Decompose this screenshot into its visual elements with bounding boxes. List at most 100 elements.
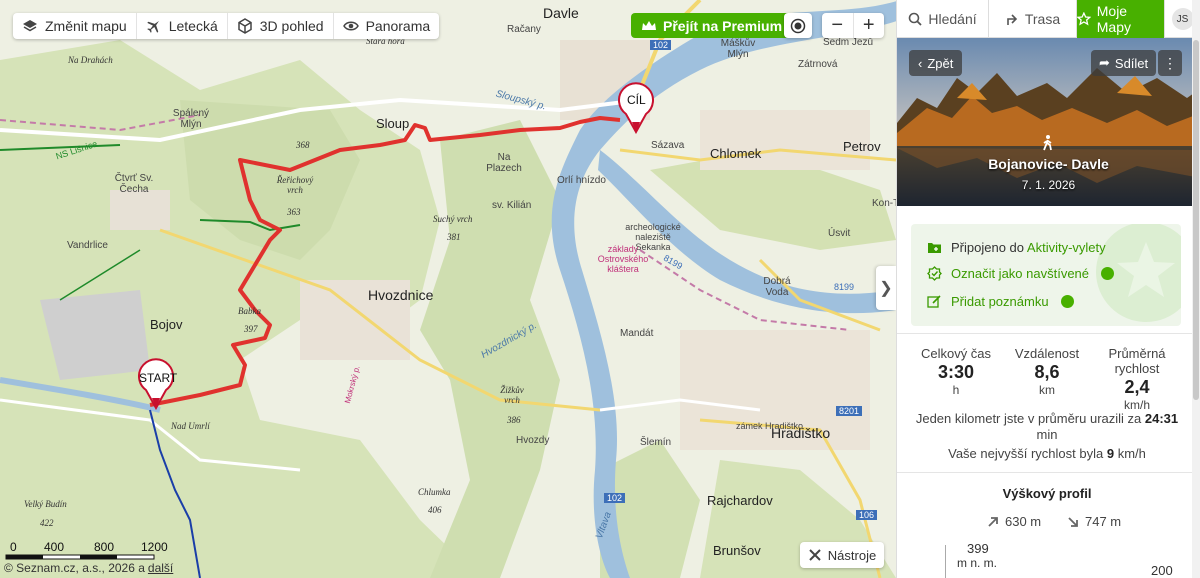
change-map-button[interactable]: Změnit mapu <box>13 13 137 39</box>
stat-time-label: Celkový čas <box>920 346 992 361</box>
map-label-hvozdnice[interactable]: Hvozdnice <box>368 287 433 303</box>
panel-scrollbar[interactable] <box>1192 0 1200 578</box>
road-number: 102 <box>650 40 672 50</box>
my-location-button[interactable] <box>784 13 812 38</box>
map-height-386: 386 <box>507 415 521 425</box>
connected-row: Připojeno do Aktivity-vylety <box>927 240 1106 255</box>
chevron-right-icon: ❯ <box>879 280 893 297</box>
descent: 747 m <box>1067 514 1121 529</box>
map-label-chlomek[interactable]: Chlomek <box>710 146 761 161</box>
copyright-text: © Seznam.cz, a.s., 2026 a <box>4 561 145 575</box>
airplane-icon <box>146 21 159 33</box>
zoom-control: − + <box>822 13 884 38</box>
connected-link[interactable]: Aktivity-vylety <box>1027 240 1106 255</box>
ascent-value: 630 m <box>1005 514 1042 529</box>
scale-tick: 1200 <box>141 540 168 554</box>
premium-crown-icon <box>1060 295 1074 308</box>
tab-my-maps[interactable]: Moje Mapy <box>1077 0 1165 38</box>
map-label-rajchardov[interactable]: Rajchardov <box>707 493 773 508</box>
copyright-link[interactable]: další <box>148 561 173 575</box>
map-height-397: 397 <box>244 324 258 334</box>
map-label-petrov[interactable]: Petrov <box>843 139 881 154</box>
back-label: Zpět <box>927 55 954 71</box>
stat-avg-speed: Průměrná rychlost 2,4 km/h <box>1093 346 1181 412</box>
road-number: 8199 <box>834 282 855 292</box>
share-label: Sdílet <box>1114 55 1149 71</box>
map-label-vandrlice: Vandrlice <box>67 240 108 251</box>
descent-value: 747 m <box>1085 514 1122 529</box>
map-label-kon-t: Kon-T <box>872 198 896 209</box>
share-button[interactable]: ➦ Sdílet <box>1091 50 1157 76</box>
map-label-bojov[interactable]: Bojov <box>150 317 183 332</box>
search-icon <box>909 12 922 26</box>
tab-route[interactable]: Trasa <box>989 0 1077 38</box>
map-height-422: 422 <box>40 518 54 528</box>
pace-value: 24:31 <box>1144 411 1179 426</box>
pace-prefix: Jeden kilometr jste v průměru urazili za <box>915 411 1142 426</box>
zoom-out-button[interactable]: − <box>822 13 854 38</box>
panel-toggle-button[interactable]: ❯ <box>876 266 896 310</box>
map-label-sloup[interactable]: Sloup <box>376 116 409 131</box>
side-panel: Hledání Trasa Moje Mapy JS ‹ Zpět ➦ Sdíl… <box>896 0 1200 578</box>
start-marker[interactable]: START <box>138 358 178 415</box>
stat-distance: Vzdálenost 8,6 km <box>1005 346 1089 397</box>
crown-icon <box>642 20 656 30</box>
add-note-label: Přidat poznámku <box>951 294 1049 309</box>
panorama-button[interactable]: Panorama <box>334 13 440 39</box>
divider <box>897 333 1200 334</box>
road-number: 106 <box>856 510 878 520</box>
map-label-brunsov[interactable]: Brunšov <box>713 543 761 558</box>
route-arrow-icon <box>1007 14 1017 25</box>
panorama-label: Panorama <box>365 18 431 34</box>
target-icon <box>790 18 806 33</box>
map-view[interactable]: Davle Sloup Hvozdnice Bojov Chlomek Petr… <box>0 0 896 578</box>
map-label-rechovy: Řeřichový vrch <box>276 175 314 195</box>
max-speed-prefix: Vaše nejvyšší rychlost byla <box>948 446 1104 461</box>
map-label-zizkuv: Žižkův vrch <box>500 385 524 405</box>
map-label-slemin: Šlemín <box>640 437 672 448</box>
max-speed-unit: km/h <box>1117 446 1146 461</box>
map-label-chlumka: Chlumka <box>418 487 451 497</box>
more-options-button[interactable]: ⋮ <box>1158 50 1182 76</box>
map-label-velky-budin: Velký Budín <box>24 499 67 509</box>
add-note-button[interactable]: Přidat poznámku <box>927 294 1074 309</box>
map-label-ctvrt: Čtvrť Sv. Čecha <box>114 173 154 195</box>
mark-visited-button[interactable]: Označit jako navštívené <box>927 266 1115 281</box>
chevron-left-icon: ‹ <box>918 55 923 71</box>
back-button[interactable]: ‹ Zpět <box>909 50 963 76</box>
stat-dist-value: 8,6 <box>1034 362 1060 382</box>
map-label-zamek: zámek Hradištko <box>736 421 804 431</box>
check-badge-icon <box>927 266 942 281</box>
start-label: START <box>139 371 178 385</box>
map-label-hvozdy: Hvozdy <box>516 435 550 446</box>
map-height-406: 406 <box>428 505 442 515</box>
map-label-sedm-jezu: Sedm Jezů <box>823 37 874 48</box>
map-label-racany: Račany <box>507 24 541 35</box>
finish-marker[interactable]: CÍL <box>618 82 654 139</box>
map-height-363: 363 <box>287 207 301 217</box>
premium-button[interactable]: Přejít na Premium <box>631 13 793 38</box>
map-height-381: 381 <box>447 232 461 242</box>
map-label-davle[interactable]: Davle <box>543 5 579 21</box>
map-label-na-drahach: Na Drahách <box>68 55 113 65</box>
tools-button[interactable]: Nástroje <box>800 542 884 568</box>
premium-crown-icon <box>1101 267 1115 280</box>
share-arrow-icon: ➦ <box>1099 55 1110 70</box>
map-label-suchy: Suchý vrch <box>433 214 473 224</box>
road-number: 102 <box>604 493 626 503</box>
map-height-368: 368 <box>296 140 310 150</box>
aerial-button[interactable]: Letecká <box>137 13 228 39</box>
finish-label: CÍL <box>627 93 646 107</box>
scrollbar-thumb[interactable] <box>1193 40 1199 400</box>
stat-total-time: Celkový čas 3:30 h <box>909 346 1003 397</box>
tab-search[interactable]: Hledání <box>897 0 989 38</box>
tab-my-maps-label: Moje Mapy <box>1096 3 1131 35</box>
zoom-in-button[interactable]: + <box>854 13 885 38</box>
scale-tick: 800 <box>94 540 115 554</box>
profile-max-unit: m n. m. <box>957 556 998 570</box>
3d-view-button[interactable]: 3D pohled <box>228 13 334 39</box>
map-label-nad-umrli: Nad Umrlí <box>171 421 210 431</box>
map-label-sazava: Sázava <box>651 140 685 151</box>
route-title: Bojanovice- Davle <box>988 156 1109 172</box>
avatar[interactable]: JS <box>1171 8 1194 30</box>
